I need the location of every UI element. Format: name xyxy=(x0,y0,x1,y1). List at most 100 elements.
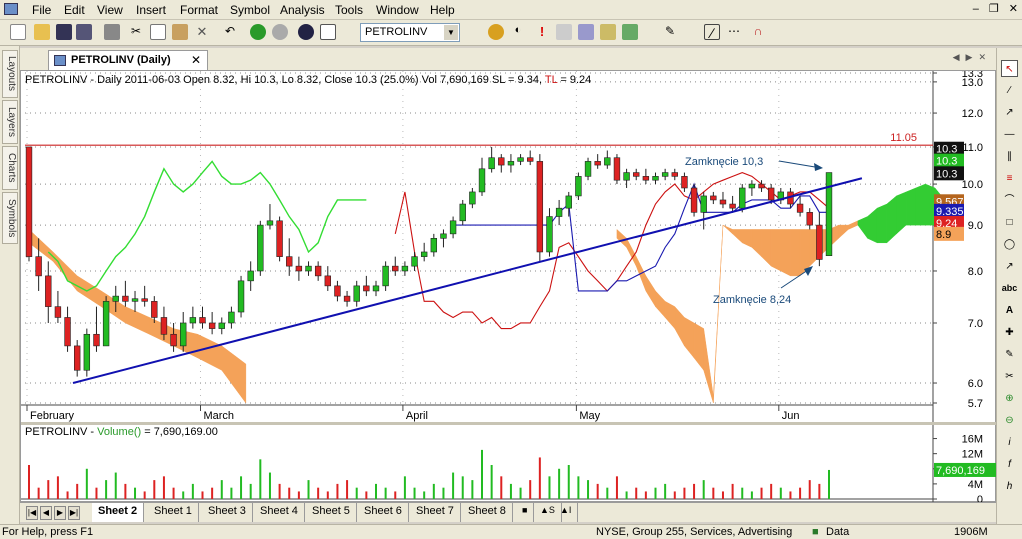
candle-body xyxy=(459,203,466,222)
menu-tools[interactable]: Tools xyxy=(335,3,363,17)
close-tab-icon[interactable]: ✕ xyxy=(191,53,201,67)
window-controls: – ❐ ✕ xyxy=(963,2,1018,15)
volume-tick-label: 16M xyxy=(962,434,983,446)
pencil-icon[interactable]: ✎ xyxy=(1001,346,1018,363)
pen-icon[interactable]: ✎ xyxy=(662,24,678,40)
binoculars-icon[interactable]: ◐ xyxy=(510,24,526,40)
chart-svg[interactable]: 13.313.012.011.010.09.08.07.06.05.7Febru… xyxy=(21,68,997,506)
gear-icon[interactable] xyxy=(488,24,504,40)
menu-insert[interactable]: Insert xyxy=(136,3,166,17)
new-icon[interactable] xyxy=(10,24,26,40)
candle-body xyxy=(199,317,206,324)
alert-icon[interactable]: ! xyxy=(534,24,550,40)
menu-window[interactable]: Window xyxy=(376,3,419,17)
sheet-tab-8[interactable]: Sheet 8 xyxy=(462,503,513,522)
sheet-tab-6[interactable]: Sheet 6 xyxy=(358,503,409,522)
paste-icon[interactable] xyxy=(172,24,188,40)
fibonacci-icon[interactable]: ≡ xyxy=(1001,170,1018,187)
pointer-icon[interactable]: ↖ xyxy=(1001,60,1018,77)
h-icon[interactable]: h xyxy=(1001,478,1018,495)
menu-help[interactable]: Help xyxy=(430,3,455,17)
chart-icon[interactable] xyxy=(578,24,594,40)
undo-icon[interactable]: ↶ xyxy=(222,24,238,40)
cut-icon[interactable]: ✂ xyxy=(128,24,144,40)
sheet-tab-4[interactable]: Sheet 4 xyxy=(254,503,305,522)
candle-body xyxy=(729,203,736,209)
rectangle-icon[interactable]: □ xyxy=(1001,214,1018,231)
candle-body xyxy=(131,298,139,302)
annotation-close-10-3: Zamknęcie 10,3 xyxy=(685,156,763,168)
next-sheet-icon[interactable]: ▶ xyxy=(54,506,66,520)
symbol-combo[interactable]: PETROLINV ▼ xyxy=(360,23,460,42)
lock-icon[interactable]: ■ xyxy=(516,503,535,522)
save-all-icon[interactable] xyxy=(76,24,92,40)
ichimoku-cloud-segment xyxy=(905,187,916,226)
zoom-out-icon[interactable]: ⊖ xyxy=(1001,412,1018,429)
scissors-icon[interactable]: ✂ xyxy=(1001,368,1018,385)
restore-icon[interactable]: ❐ xyxy=(989,3,999,15)
menu-format[interactable]: Format xyxy=(180,3,218,17)
tab-scroll-arrows[interactable]: ◀▶✕ xyxy=(953,52,992,63)
menu-symbol[interactable]: Symbol xyxy=(230,3,270,17)
dotted-line-icon[interactable]: ⋯ xyxy=(726,24,742,40)
chevron-down-icon[interactable]: ▼ xyxy=(444,25,458,40)
chart-area[interactable]: 13.3 13.0 12.0 11.0 10.0 9.0 8.0 7.0 6.0 5.7 Febru… xyxy=(20,68,997,506)
copy-icon[interactable] xyxy=(150,24,166,40)
delete-icon[interactable]: ✕ xyxy=(194,24,210,40)
menu-analysis[interactable]: Analysis xyxy=(280,3,325,17)
layout-icon[interactable] xyxy=(622,24,638,40)
menu-view[interactable]: View xyxy=(97,3,123,17)
close-icon[interactable]: ✕ xyxy=(1009,3,1018,15)
forward-icon[interactable] xyxy=(272,24,288,40)
ellipse-icon[interactable]: ◯ xyxy=(1001,236,1018,253)
app-icon[interactable] xyxy=(4,3,18,18)
open-icon[interactable] xyxy=(34,24,50,40)
sheet-tab-5[interactable]: Sheet 5 xyxy=(306,503,357,522)
trend-line xyxy=(72,177,863,384)
sheet-tab-2[interactable]: Sheet 2 xyxy=(92,503,145,522)
ichimoku-cloud-segment xyxy=(876,203,888,244)
ray-icon[interactable]: ↗ xyxy=(1001,104,1018,121)
cross-icon[interactable]: ✚ xyxy=(1001,324,1018,341)
ichimoku-cloud-segment xyxy=(790,229,801,277)
back-icon[interactable] xyxy=(250,24,266,40)
grid-icon[interactable] xyxy=(320,24,336,40)
info-icon[interactable] xyxy=(298,24,314,40)
menu-bar: File Edit View Insert Format Symbol Anal… xyxy=(0,0,1022,20)
sheet-tab-7[interactable]: Sheet 7 xyxy=(410,503,461,522)
arc-icon[interactable]: ⌒ xyxy=(1001,192,1018,209)
first-sheet-icon[interactable]: |◀ xyxy=(26,506,38,520)
ichimoku-cloud-segment xyxy=(664,300,676,330)
tab-symbols[interactable]: Symbols xyxy=(2,192,18,244)
zoom-in-icon[interactable]: ⊕ xyxy=(1001,390,1018,407)
sheet-tab-3[interactable]: Sheet 3 xyxy=(202,503,253,522)
chart-document-tab[interactable]: PETROLINV (Daily) ✕ xyxy=(48,50,208,70)
candle-body xyxy=(594,161,601,166)
menu-edit[interactable]: Edit xyxy=(64,3,85,17)
minimize-icon[interactable]: – xyxy=(973,3,979,15)
tab-layouts[interactable]: Layouts xyxy=(2,50,18,98)
fx-icon[interactable]: f xyxy=(1001,456,1018,473)
text-icon[interactable]: abc xyxy=(1001,280,1018,297)
sheet-index-icon[interactable]: ▲I xyxy=(554,503,579,522)
wand-icon[interactable] xyxy=(600,24,616,40)
arrow-icon[interactable]: ↗ xyxy=(1001,258,1018,275)
save-icon[interactable] xyxy=(56,24,72,40)
last-sheet-icon[interactable]: ▶| xyxy=(68,506,80,520)
magnet-icon[interactable]: ∩ xyxy=(750,24,766,40)
trend-channel-icon[interactable]: ∥ xyxy=(1001,148,1018,165)
sheet-tab-1[interactable]: Sheet 1 xyxy=(148,503,199,522)
y-tick-label: 5.7 xyxy=(968,398,983,410)
menu-file[interactable]: File xyxy=(32,3,51,17)
text-a-icon[interactable]: A xyxy=(1001,302,1018,319)
info-i-icon[interactable]: i xyxy=(1001,434,1018,451)
candle-body xyxy=(719,199,727,205)
prev-sheet-icon[interactable]: ◀ xyxy=(40,506,52,520)
tab-charts[interactable]: Charts xyxy=(2,146,18,190)
report-icon[interactable] xyxy=(556,24,572,40)
line-tool-icon[interactable]: ∕ xyxy=(704,24,720,41)
line-draw-icon[interactable]: ∕ xyxy=(1001,82,1018,99)
print-icon[interactable] xyxy=(104,24,120,40)
horizontal-line-icon[interactable]: — xyxy=(1001,126,1018,143)
tab-layers[interactable]: Layers xyxy=(2,100,18,144)
